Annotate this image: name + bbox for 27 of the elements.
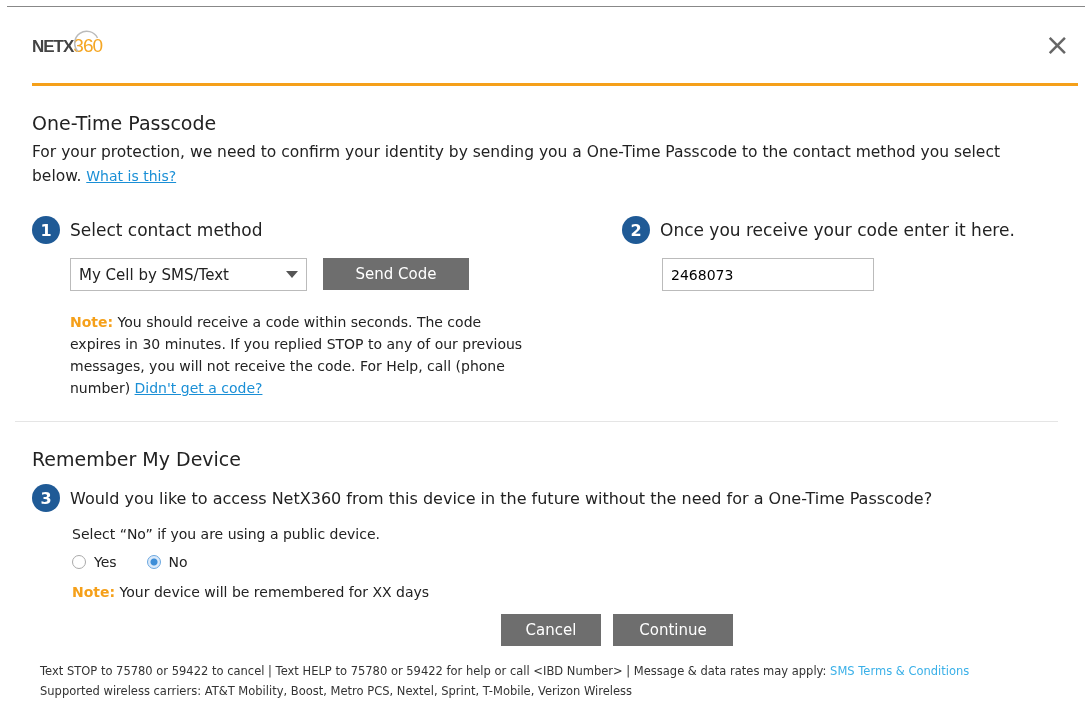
radio-option[interactable]: No (146, 554, 188, 570)
radio-button[interactable] (146, 555, 161, 569)
step-label: Select contact method (70, 220, 263, 240)
section-title: One-Time Passcode (32, 112, 218, 134)
step-number-badge: 1 (32, 216, 60, 244)
caret-icon (286, 271, 298, 278)
send-code-button[interactable]: Send Code (323, 258, 469, 290)
note-text: Note: Your device will be remembered for XX days (72, 584, 431, 600)
question-text: Would you like to access NetX360 from this device in the future without the need for a One-Time Passcode? (70, 488, 933, 508)
footer-text: Text STOP to 75780 or 59422 to cancel | Text HELP to 75780 or 59422 for help or call <IBD Number> | Message & data rates may apply: SMS Terms & Conditions (40, 664, 971, 678)
section-title: Remember My Device (32, 448, 242, 470)
hint-text: Select “No” if you are using a public device. (72, 526, 381, 542)
radio-option[interactable]: Yes (72, 554, 117, 570)
code-input-field[interactable]: 2468073 (662, 258, 874, 291)
didnt-get-code-link[interactable]: Didn't get a code? (134, 380, 263, 396)
contact-method-dropdown[interactable]: My Cell by SMS/Text (70, 258, 307, 291)
continue-button[interactable]: Continue (613, 614, 733, 646)
cancel-button[interactable]: Cancel (501, 614, 601, 646)
intro-text: For your protection, we need to confirm your identity by sending you a One-Time Passcode to the contact method you select below. What is this? (32, 142, 1001, 187)
close-button[interactable]: × (1036, 30, 1078, 60)
footer-text: Supported wireless carriers: AT&T Mobility, Boost, Metro PCS, Nextel, Sprint, T-Mobile, Verizon Wireless (40, 684, 634, 698)
help-link[interactable]: What is this? (86, 168, 177, 184)
note-text: Note: You should receive a code within seconds. The code expires in 30 minutes. If you replied STOP to any of our previous messages, you will not receive the code. For Help, call (phone number) Didn't get a code? (70, 313, 524, 398)
step-label: Once you receive your code enter it here. (660, 220, 1015, 240)
step-number-badge: 2 (622, 216, 650, 244)
step-number-badge: 3 (32, 484, 60, 512)
logo: NETX360 (32, 28, 107, 62)
